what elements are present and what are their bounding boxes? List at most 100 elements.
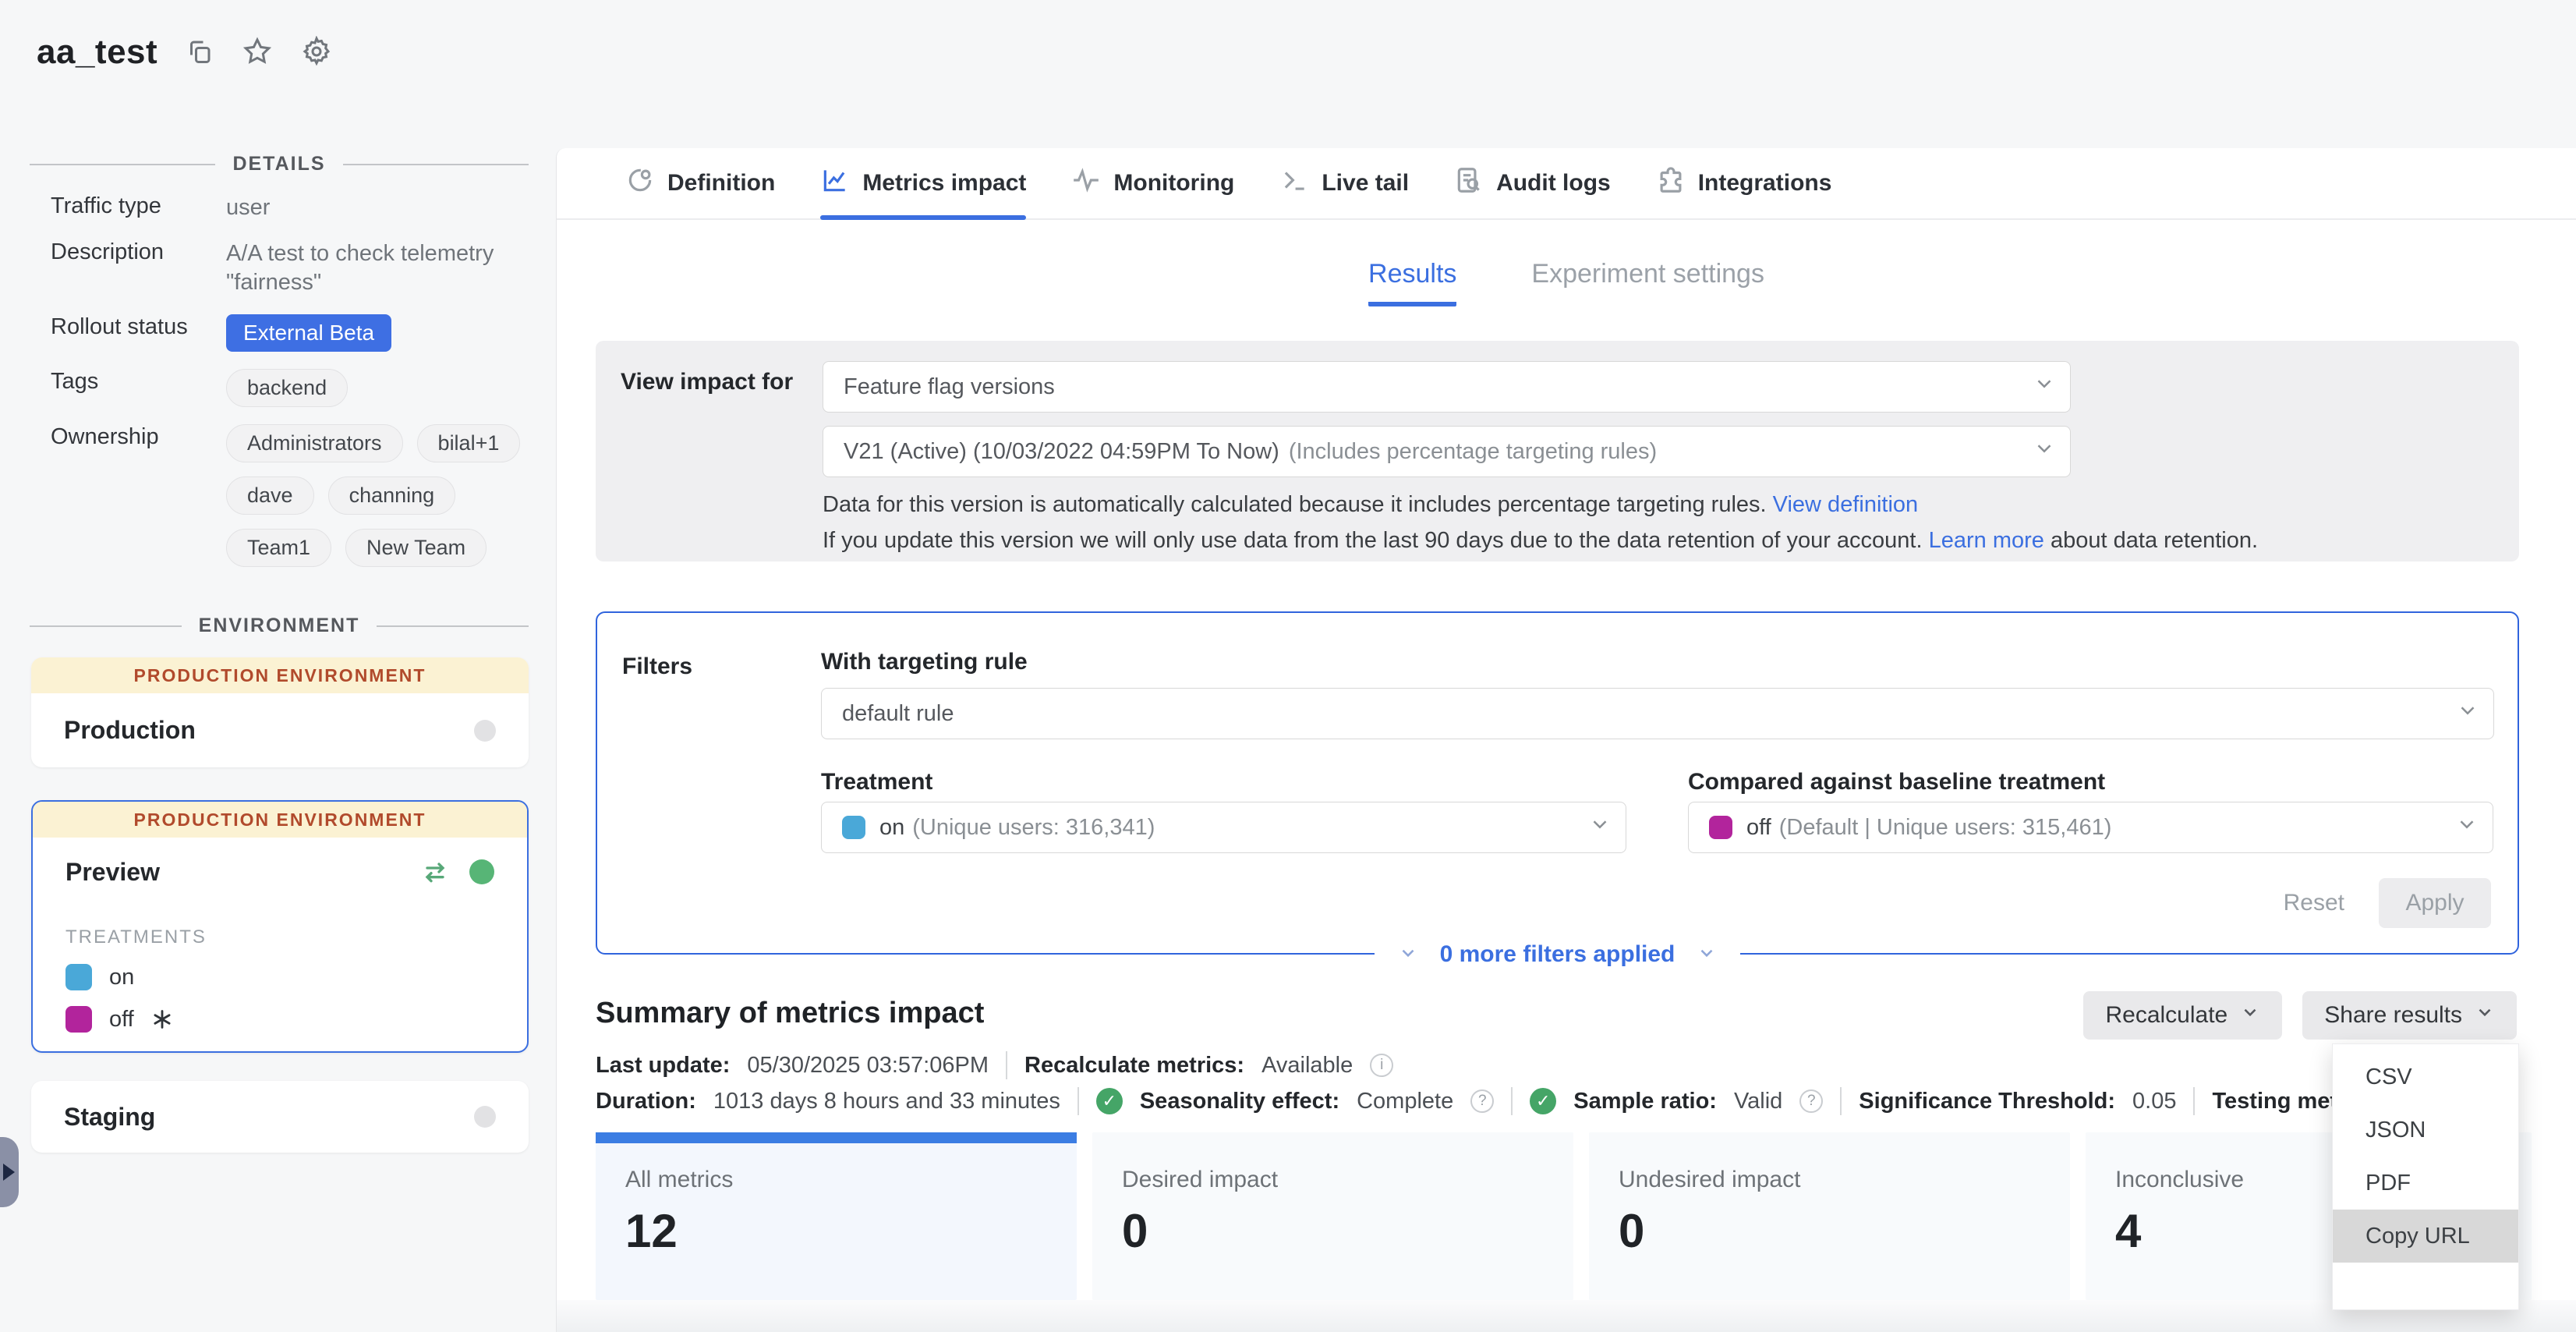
tag-chip[interactable]: backend <box>226 369 348 407</box>
more-filters-row: 0 more filters applied <box>596 937 2519 972</box>
menu-item-copy-url[interactable]: Copy URL <box>2333 1210 2518 1263</box>
baseline-label: Compared against baseline treatment <box>1688 769 2105 795</box>
menu-item-pdf[interactable]: PDF <box>2333 1157 2518 1210</box>
share-results-button[interactable]: Share results <box>2302 991 2517 1040</box>
environment-card-production[interactable]: PRODUCTION ENVIRONMENT Production <box>31 657 529 767</box>
tab-audit-logs[interactable]: Audit logs <box>1454 148 1611 218</box>
sidebar-expand-handle[interactable] <box>0 1137 19 1207</box>
description-label: Description <box>51 239 226 297</box>
tab-integrations[interactable]: Integrations <box>1656 148 1832 218</box>
info-icon[interactable]: i <box>1370 1054 1393 1077</box>
impact-source-value: Feature flag versions <box>844 374 1055 400</box>
version-select[interactable]: V21 (Active) (10/03/2022 04:59PM To Now)… <box>823 426 2071 477</box>
treatment-row-off: off <box>33 1006 527 1033</box>
tab-live-tail[interactable]: Live tail <box>1279 148 1409 218</box>
learn-more-link[interactable]: Learn more <box>1929 528 2044 553</box>
view-definition-link[interactable]: View definition <box>1773 492 1918 517</box>
treatment-off-swatch-icon <box>1709 816 1732 839</box>
divider <box>1511 1087 1513 1115</box>
treatment-off-swatch-icon <box>65 1006 92 1033</box>
chevron-down-icon <box>1398 943 1418 967</box>
owner-chip[interactable]: bilal+1 <box>417 424 521 462</box>
chevron-down-icon <box>2033 372 2056 402</box>
environment-section-heading: ENVIRONMENT <box>30 615 529 637</box>
baseline-users: (Default | Unique users: 315,461) <box>1779 815 2112 841</box>
version-note-1: Data for this version is automatically c… <box>823 492 1918 518</box>
tab-metrics-impact[interactable]: Metrics impact <box>820 148 1026 218</box>
page: aa_test DETAILS Traffic type user Descri… <box>0 0 2576 1332</box>
filters-heading: Filters <box>622 654 692 680</box>
status-dot-icon <box>474 1106 496 1128</box>
settings-button[interactable] <box>301 36 332 69</box>
seasonality-value: Complete <box>1357 1089 1453 1114</box>
environment-heading-label: ENVIRONMENT <box>199 615 360 637</box>
version-note-2: If you update this version we will only … <box>823 528 2258 554</box>
sample-ratio-value: Valid <box>1734 1089 1782 1114</box>
metric-card-undesired-impact[interactable]: Undesired impact 0 <box>1589 1132 2070 1300</box>
favorite-button[interactable] <box>242 36 273 69</box>
production-environment-banner: PRODUCTION ENVIRONMENT <box>33 802 527 838</box>
significance-label: Significance Threshold: <box>1859 1089 2115 1114</box>
summary-heading: Summary of metrics impact <box>596 997 984 1030</box>
metric-card-label: Desired impact <box>1122 1167 1573 1193</box>
environment-name: Production <box>64 716 474 745</box>
tab-label: Integrations <box>1698 170 1832 197</box>
terminal-icon <box>1279 165 1309 201</box>
metric-card-all-metrics[interactable]: All metrics 12 <box>596 1132 1077 1300</box>
reset-button[interactable]: Reset <box>2284 890 2344 916</box>
treatments-heading: TREATMENTS <box>33 926 527 948</box>
tab-label: Metrics impact <box>862 170 1026 197</box>
recalculate-button[interactable]: Recalculate <box>2083 991 2282 1040</box>
environment-card-staging[interactable]: Staging <box>31 1081 529 1153</box>
version-value: V21 (Active) (10/03/2022 04:59PM To Now) <box>844 439 1279 465</box>
owner-chip[interactable]: New Team <box>345 529 487 567</box>
share-results-menu: CSV JSON PDF Copy URL <box>2332 1043 2519 1310</box>
details-section-heading: DETAILS <box>30 153 529 175</box>
owner-chip[interactable]: Administrators <box>226 424 403 462</box>
summary-meta-row-2: Duration: 1013 days 8 hours and 33 minut… <box>596 1087 2529 1115</box>
tab-monitoring[interactable]: Monitoring <box>1071 148 1234 218</box>
tab-definition[interactable]: Definition <box>625 148 775 218</box>
environment-name: Preview <box>65 858 419 887</box>
targeting-rule-select[interactable]: default rule <box>821 688 2494 739</box>
subtab-results[interactable]: Results <box>1368 259 1456 306</box>
tab-label: Live tail <box>1322 170 1409 197</box>
default-treatment-asterisk-icon <box>151 1008 173 1030</box>
treatment-select[interactable]: on (Unique users: 316,341) <box>821 802 1626 853</box>
rollout-status-row: Rollout status External Beta <box>51 314 530 352</box>
apply-button[interactable]: Apply <box>2379 878 2491 928</box>
chevron-down-icon <box>2033 437 2056 466</box>
treatment-on-swatch-icon <box>842 816 865 839</box>
metric-card-desired-impact[interactable]: Desired impact 0 <box>1092 1132 1573 1300</box>
status-dot-icon <box>469 859 494 884</box>
swap-arrows-icon[interactable] <box>419 856 451 887</box>
copy-name-button[interactable] <box>186 37 214 68</box>
owner-chip[interactable]: channing <box>328 476 456 515</box>
details-rows: Traffic type user Description A/A test t… <box>51 193 530 584</box>
help-icon[interactable]: ? <box>1470 1089 1494 1113</box>
baseline-select[interactable]: off (Default | Unique users: 315,461) <box>1688 802 2493 853</box>
chevron-down-icon <box>1588 813 1612 842</box>
help-icon[interactable]: ? <box>1799 1089 1823 1113</box>
description-value: A/A test to check telemetry "fairness" <box>226 239 522 297</box>
puzzle-icon <box>1656 165 1686 201</box>
menu-item-csv[interactable]: CSV <box>2333 1050 2518 1104</box>
treatment-on-swatch-icon <box>65 964 92 990</box>
subtab-experiment-settings[interactable]: Experiment settings <box>1531 259 1764 306</box>
baseline-value: off <box>1746 815 1771 841</box>
recalc-metrics-label: Recalculate metrics: <box>1024 1053 1244 1079</box>
menu-item-json[interactable]: JSON <box>2333 1104 2518 1157</box>
chevron-down-icon <box>2240 1002 2260 1029</box>
divider <box>2193 1087 2195 1115</box>
owner-chip[interactable]: dave <box>226 476 314 515</box>
environment-name: Staging <box>64 1103 474 1132</box>
environment-card-preview[interactable]: PRODUCTION ENVIRONMENT Preview TREATMENT… <box>31 800 529 1053</box>
owner-chip[interactable]: Team1 <box>226 529 331 567</box>
line-chart-icon <box>820 165 850 201</box>
metric-card-label: All metrics <box>625 1167 1077 1193</box>
more-filters-label: 0 more filters applied <box>1440 941 1675 968</box>
more-filters-toggle[interactable]: 0 more filters applied <box>1375 937 1741 972</box>
summary-meta-row-1: Last update: 05/30/2025 03:57:06PM Recal… <box>596 1051 2529 1079</box>
tab-bar: Definition Metrics impact Monitoring Liv… <box>557 148 2576 220</box>
impact-source-select[interactable]: Feature flag versions <box>823 361 2071 413</box>
